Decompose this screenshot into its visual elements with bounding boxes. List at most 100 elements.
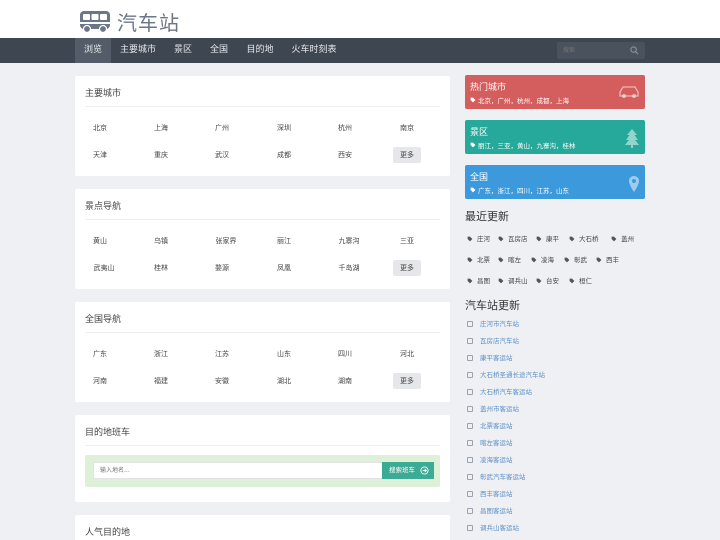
city-link[interactable]: 杭州 xyxy=(331,120,359,136)
recent-tag[interactable]: 庄河 xyxy=(467,233,490,245)
scenic-link[interactable]: 三亚 xyxy=(393,233,421,249)
province-link[interactable]: 河北 xyxy=(393,346,421,362)
recent-tag[interactable]: 凌海 xyxy=(531,254,554,266)
city-link[interactable]: 深圳 xyxy=(270,120,298,136)
station-update-item[interactable]: 西丰客运站 xyxy=(467,489,513,499)
more-button[interactable]: 更多 xyxy=(393,260,421,276)
more-button[interactable]: 更多 xyxy=(393,147,421,163)
more-button[interactable]: 更多 xyxy=(393,373,421,389)
recent-tag[interactable]: 西丰 xyxy=(596,254,619,266)
station-link[interactable]: 调兵山客运站 xyxy=(480,524,519,532)
nav-item-national[interactable]: 全国 xyxy=(204,38,234,63)
city-link[interactable]: 武汉 xyxy=(208,147,236,163)
card-national[interactable]: 全国 广东，浙江，四川，江苏，山东 xyxy=(465,165,645,199)
station-update-item[interactable]: 庄河市汽车站 xyxy=(467,319,519,329)
destination-input[interactable] xyxy=(93,462,383,479)
province-link[interactable]: 湖北 xyxy=(270,373,298,389)
search-icon[interactable] xyxy=(630,46,639,55)
province-link[interactable]: 湖南 xyxy=(331,373,359,389)
station-link[interactable]: 西丰客运站 xyxy=(480,490,513,498)
station-link[interactable]: 喀左客运站 xyxy=(480,439,513,447)
station-link[interactable]: 大石桥汽车客运站 xyxy=(480,388,532,396)
station-link[interactable]: 大石桥圣通长途汽车站 xyxy=(480,371,545,379)
station-update-item[interactable]: 盖州市客运站 xyxy=(467,404,519,414)
recent-tag[interactable]: 桓仁 xyxy=(569,275,592,287)
city-link[interactable]: 广州 xyxy=(208,120,236,136)
recent-tag[interactable]: 瓦房店 xyxy=(498,233,528,245)
scenic-link[interactable]: 婺源 xyxy=(208,260,236,276)
recent-tag-label: 康平 xyxy=(546,235,559,243)
station-link[interactable]: 彰武汽车客运站 xyxy=(480,473,526,481)
station-link[interactable]: 庄河市汽车站 xyxy=(480,320,519,328)
station-link[interactable]: 盖州市客运站 xyxy=(480,405,519,413)
nav-search-input[interactable] xyxy=(563,44,627,57)
city-link[interactable]: 上海 xyxy=(147,120,175,136)
station-link[interactable]: 凌海客运站 xyxy=(480,456,513,464)
station-update-item[interactable]: 彰武汽车客运站 xyxy=(467,472,526,482)
recent-tag[interactable]: 喀左 xyxy=(498,254,521,266)
recent-tag-label: 西丰 xyxy=(606,256,619,264)
recent-tag[interactable]: 大石桥 xyxy=(569,233,599,245)
province-link[interactable]: 江苏 xyxy=(208,346,236,362)
scenic-link[interactable]: 张家界 xyxy=(208,233,244,249)
province-link[interactable]: 福建 xyxy=(147,373,175,389)
station-update-item[interactable]: 瓦房店汽车站 xyxy=(467,336,519,346)
scenic-link[interactable]: 千岛湖 xyxy=(331,260,367,276)
station-update-item[interactable]: 昌图客运站 xyxy=(467,506,513,516)
panel-scenic: 景点导航 黄山 乌镇 张家界 丽江 九寨沟 三亚 武夷山 桂林 婺源 凤凰 千岛… xyxy=(75,189,450,289)
card-list-text: 丽江，三亚，黄山，九寨沟，桂林 xyxy=(478,142,576,150)
province-link[interactable]: 广东 xyxy=(86,346,114,362)
province-link[interactable]: 浙江 xyxy=(147,346,175,362)
station-update-item[interactable]: 凌海客运站 xyxy=(467,455,513,465)
scenic-link[interactable]: 凤凰 xyxy=(270,260,298,276)
card-hot-cities[interactable]: 热门城市 北京，广州，杭州，成都，上海 xyxy=(465,75,645,109)
card-scenic[interactable]: 景区 丽江，三亚，黄山，九寨沟，桂林 xyxy=(465,120,645,154)
station-update-item[interactable]: 康平客运站 xyxy=(467,353,513,363)
recent-tag[interactable]: 台安 xyxy=(536,275,559,287)
recent-tag[interactable]: 彰武 xyxy=(564,254,587,266)
tag-icon xyxy=(531,257,537,263)
station-link[interactable]: 昌图客运站 xyxy=(480,507,513,515)
bus-icon xyxy=(80,10,110,33)
province-link[interactable]: 山东 xyxy=(270,346,298,362)
city-link[interactable]: 成都 xyxy=(270,147,298,163)
city-link[interactable]: 重庆 xyxy=(147,147,175,163)
recent-tag[interactable]: 北票 xyxy=(467,254,490,266)
recent-tag[interactable]: 康平 xyxy=(536,233,559,245)
nav-item-train-schedule[interactable]: 火车时刻表 xyxy=(285,38,343,63)
city-link[interactable]: 西安 xyxy=(331,147,359,163)
station-link[interactable]: 北票客运站 xyxy=(480,422,513,430)
station-update-item[interactable]: 大石桥圣通长途汽车站 xyxy=(467,370,545,380)
station-update-item[interactable]: 大石桥汽车客运站 xyxy=(467,387,532,397)
scenic-link[interactable]: 武夷山 xyxy=(86,260,122,276)
scenic-link[interactable]: 九寨沟 xyxy=(331,233,367,249)
city-link[interactable]: 北京 xyxy=(86,120,114,136)
recent-tag[interactable]: 昌图 xyxy=(467,275,490,287)
nav-item-scenic[interactable]: 景区 xyxy=(168,38,198,63)
recent-tag-label: 喀左 xyxy=(508,256,521,264)
recent-tag[interactable]: 调兵山 xyxy=(498,275,528,287)
city-link[interactable]: 天津 xyxy=(86,147,114,163)
scenic-link[interactable]: 乌镇 xyxy=(147,233,175,249)
nav-item-destination[interactable]: 目的地 xyxy=(240,38,280,63)
station-link[interactable]: 康平客运站 xyxy=(480,354,513,362)
scenic-link[interactable]: 黄山 xyxy=(86,233,114,249)
search-bus-button[interactable]: 搜索班车 xyxy=(382,462,434,479)
scenic-link[interactable]: 丽江 xyxy=(270,233,298,249)
station-update-item[interactable]: 喀左客运站 xyxy=(467,438,513,448)
scenic-link[interactable]: 桂林 xyxy=(147,260,175,276)
tag-icon xyxy=(569,236,575,242)
station-update-item[interactable]: 北票客运站 xyxy=(467,421,513,431)
province-link[interactable]: 河南 xyxy=(86,373,114,389)
province-link[interactable]: 四川 xyxy=(331,346,359,362)
city-link[interactable]: 南京 xyxy=(393,120,421,136)
map-pin-icon xyxy=(629,176,639,192)
recent-tag[interactable]: 盖州 xyxy=(611,233,634,245)
province-link[interactable]: 安徽 xyxy=(208,373,236,389)
tag-icon xyxy=(470,97,476,103)
station-link[interactable]: 瓦房店汽车站 xyxy=(480,337,519,345)
site-logo[interactable]: 汽车站 xyxy=(79,7,180,36)
nav-item-cities[interactable]: 主要城市 xyxy=(114,38,162,63)
station-update-item[interactable]: 调兵山客运站 xyxy=(467,523,519,533)
nav-item-browse[interactable]: 浏览 xyxy=(75,38,111,63)
